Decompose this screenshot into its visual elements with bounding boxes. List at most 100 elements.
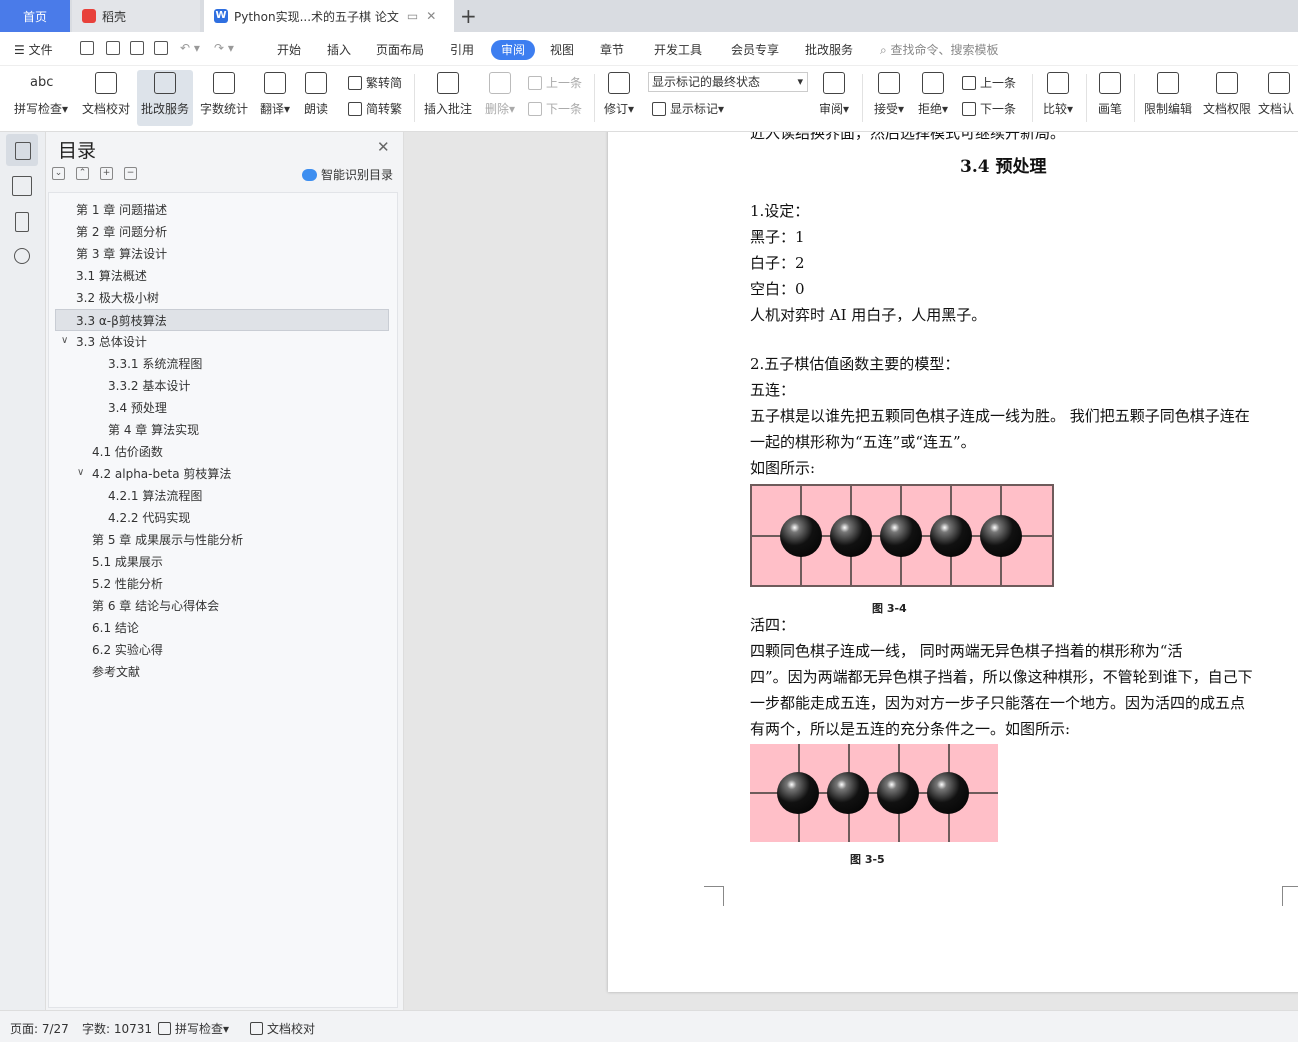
toc-item[interactable]: 3.2 极大极小树 xyxy=(76,287,159,309)
toc-item[interactable]: 3.4 预处理 xyxy=(108,397,167,419)
toc-item[interactable]: 4.2.2 代码实现 xyxy=(108,507,190,529)
menu-tab-layout[interactable]: 页面布局 xyxy=(376,41,424,58)
toc-item[interactable]: 5.1 成果展示 xyxy=(92,551,163,573)
menu-tab-member[interactable]: 会员专享 xyxy=(731,41,779,58)
word-count-indicator[interactable]: 字数: 10731 xyxy=(82,1020,152,1037)
accept-button[interactable]: 接受▾ xyxy=(870,70,908,126)
toc-item-selected[interactable]: 3.3 α-β剪枝算法 xyxy=(55,309,389,331)
ribbon-divider xyxy=(1032,74,1033,122)
trad-to-simp-button[interactable]: 繁转简 xyxy=(348,74,402,91)
toc-item[interactable]: 第 4 章 算法实现 xyxy=(108,419,199,441)
proofread-icon xyxy=(250,1022,263,1035)
document-permission-button[interactable]: 文档权限 xyxy=(1200,70,1254,126)
restrict-editing-button[interactable]: 限制编辑 xyxy=(1140,70,1196,126)
export-pdf-icon[interactable] xyxy=(106,41,120,55)
smart-toc-button[interactable]: 智能识别目录 xyxy=(302,166,393,183)
file-menu-button[interactable]: ☰ 文件 xyxy=(14,41,53,58)
tab-close-icon[interactable]: ✕ xyxy=(426,9,436,23)
word-count-button[interactable]: 字数统计 xyxy=(198,70,250,126)
toc-item[interactable]: 3.3.2 基本设计 xyxy=(108,375,190,397)
toc-nav-icon[interactable] xyxy=(6,134,38,166)
markup-state-select[interactable]: 显示标记的最终状态 xyxy=(648,72,808,92)
add-heading-icon[interactable]: + xyxy=(100,167,113,180)
document-page[interactable]: 近入读结换界面，然后选择模式可继续开新局。 3.4 预处理 1.设定： 黑子：1… xyxy=(608,132,1298,992)
menu-tab-insert[interactable]: 插入 xyxy=(327,41,351,58)
chevron-down-icon[interactable]: ∨ xyxy=(61,335,68,346)
track-changes-icon xyxy=(608,72,630,94)
chapter-nav-icon[interactable] xyxy=(12,176,32,196)
pen-button[interactable]: 画笔 xyxy=(1094,70,1126,126)
menu-tab-developer[interactable]: 开发工具 xyxy=(654,41,702,58)
toc-item[interactable]: 4.1 估价函数 xyxy=(92,441,163,463)
toc-item[interactable]: 第 1 章 问题描述 xyxy=(76,199,167,221)
track-changes-button[interactable]: 修订▾ xyxy=(600,70,638,126)
search-icon[interactable] xyxy=(14,248,30,264)
simp-to-trad-button[interactable]: 简转繁 xyxy=(348,100,402,117)
menu-tab-references[interactable]: 引用 xyxy=(450,41,474,58)
undo-icon[interactable]: ↶ ▾ xyxy=(180,41,200,55)
menu-tab-chapter[interactable]: 章节 xyxy=(600,41,624,58)
expand-all-icon[interactable]: ⌄ xyxy=(52,167,65,180)
document-permission-label: 文档权限 xyxy=(1202,102,1251,116)
toc-item[interactable]: 4.2.1 算法流程图 xyxy=(108,485,202,507)
translate-button[interactable]: 翻译▾ xyxy=(256,70,294,126)
prev-comment-button[interactable]: 上一条 xyxy=(528,74,582,91)
next-comment-button[interactable]: 下一条 xyxy=(528,100,582,117)
toc-item[interactable]: 第 2 章 问题分析 xyxy=(76,221,167,243)
grading-service-button[interactable]: 批改服务 xyxy=(137,70,193,126)
status-spell-check[interactable]: 拼写检查 ▾ xyxy=(158,1020,229,1037)
close-icon[interactable]: ✕ xyxy=(377,138,390,156)
daoke-logo-icon xyxy=(82,9,96,23)
print-icon[interactable] xyxy=(130,41,144,55)
doc-text-line: 活四： xyxy=(750,616,796,634)
toc-item[interactable]: 5.2 性能分析 xyxy=(92,573,163,595)
new-tab-button[interactable]: + xyxy=(460,4,477,28)
toc-item[interactable]: 第 3 章 算法设计 xyxy=(76,243,167,265)
review-pane-button[interactable]: 审阅▾ xyxy=(814,70,854,126)
toc-item[interactable]: 第 5 章 成果展示与性能分析 xyxy=(92,529,243,551)
print-preview-icon[interactable] xyxy=(154,41,168,55)
toc-item[interactable]: 3.3 总体设计 xyxy=(76,331,147,353)
toc-item[interactable]: 6.2 实验心得 xyxy=(92,639,163,661)
read-aloud-button[interactable]: 朗读 xyxy=(300,70,332,126)
redo-icon[interactable]: ↷ ▾ xyxy=(214,41,234,55)
reject-button[interactable]: 拒绝▾ xyxy=(914,70,952,126)
save-icon[interactable] xyxy=(80,41,94,55)
page-indicator[interactable]: 页面: 7/27 xyxy=(10,1020,69,1037)
proofread-button[interactable]: 文档校对 xyxy=(80,70,132,126)
menu-tab-view[interactable]: 视图 xyxy=(550,41,574,58)
toc-item[interactable]: 6.1 结论 xyxy=(92,617,139,639)
toc-item[interactable]: 第 6 章 结论与心得体会 xyxy=(92,595,219,617)
delete-comment-button[interactable]: 删除▾ xyxy=(480,70,520,126)
menu-tab-grading[interactable]: 批改服务 xyxy=(805,41,853,58)
tab-float-icon[interactable]: ▭ xyxy=(407,9,418,23)
prev-change-button[interactable]: 上一条 xyxy=(962,74,1016,91)
tab-document[interactable]: W Python实现...术的五子棋 论文 ▭ ✕ xyxy=(204,0,454,32)
insert-comment-button[interactable]: 插入批注 xyxy=(422,70,474,126)
chevron-down-icon[interactable]: ∨ xyxy=(77,467,84,478)
compare-button[interactable]: 比较▾ xyxy=(1038,70,1078,126)
figure-caption: 图 3-5 xyxy=(850,853,885,866)
toc-item[interactable]: 3.3.1 系统流程图 xyxy=(108,353,202,375)
proofread-label: 文档校对 xyxy=(81,102,130,116)
command-search[interactable]: ⌕ 查找命令、搜索模板 xyxy=(880,41,999,58)
menu-tab-review[interactable]: 审阅 xyxy=(491,40,535,60)
toc-item[interactable]: 参考文献 xyxy=(92,661,140,683)
document-area[interactable]: 近入读结换界面，然后选择模式可继续开新局。 3.4 预处理 1.设定： 黑子：1… xyxy=(404,132,1298,1010)
collapse-all-icon[interactable]: ⌃ xyxy=(76,167,89,180)
show-markup-button[interactable]: 显示标记 ▾ xyxy=(652,100,724,117)
document-cert-button[interactable]: 文档认 xyxy=(1258,70,1298,126)
toc-item[interactable]: 3.1 算法概述 xyxy=(76,265,147,287)
ribbon-divider xyxy=(414,74,415,122)
status-proofread[interactable]: 文档校对 xyxy=(250,1020,315,1037)
tab-home[interactable]: 首页 xyxy=(0,0,70,32)
toc-item[interactable]: 4.2 alpha-beta 剪枝算法 xyxy=(92,463,231,485)
bookmark-icon[interactable] xyxy=(15,212,29,232)
next-change-button[interactable]: 下一条 xyxy=(962,100,1016,117)
menu-tab-start[interactable]: 开始 xyxy=(277,41,301,58)
status-proofread-label: 文档校对 xyxy=(267,1022,316,1036)
remove-heading-icon[interactable]: − xyxy=(124,167,137,180)
spell-check-button[interactable]: abc 拼写检查▾ xyxy=(10,70,72,126)
hamburger-icon: ☰ xyxy=(14,43,29,57)
tab-daoke[interactable]: 稻壳 xyxy=(72,0,200,32)
